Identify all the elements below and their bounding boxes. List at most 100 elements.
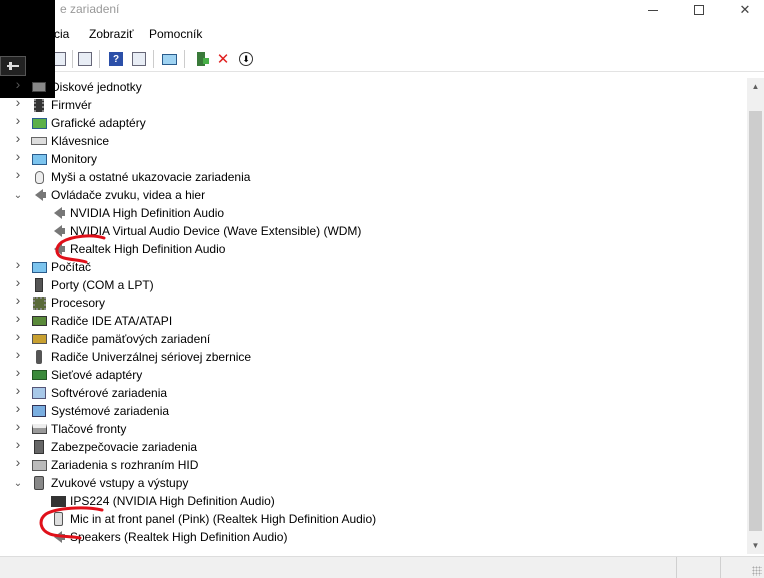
scan-hardware-button[interactable] [160,50,178,68]
chevron-right-icon[interactable]: › [13,436,23,452]
maximize-button[interactable] [676,0,722,20]
tree-item-label: Zvukové vstupy a výstupy [51,476,189,490]
window-title: e zariadení [60,2,120,16]
tree-child-item[interactable]: Mic in at front panel (Pink) (Realtek Hi… [0,510,747,528]
mouse-icon-shape [34,170,44,184]
tree-item-label: Radiče pamäťových zariadení [51,332,211,346]
tree-item-label: Tlačové fronty [51,422,127,436]
chevron-right-icon[interactable]: › [13,256,23,272]
scroll-down-arrow-icon[interactable]: ▼ [747,537,764,554]
tree-category-item[interactable]: › Softvérové zariadenia [0,382,747,402]
close-icon: ✕ [739,2,751,17]
properties-button[interactable] [76,50,94,68]
tree-category-item[interactable]: › Radiče IDE ATA/ATAPI [0,310,747,330]
tree-item-label: Systémové zariadenia [51,404,170,418]
chevron-right-icon[interactable]: › [13,130,23,146]
toolbar-separator [184,50,185,68]
tree-child-item[interactable]: IPS224 (NVIDIA High Definition Audio) [0,492,747,510]
overlay-tool-button[interactable] [0,56,26,76]
speaker-icon [50,205,66,221]
port-icon [31,277,47,293]
help-button[interactable]: ? [107,50,125,68]
tree-category-item[interactable]: › Myši a ostatné ukazovacie zariadenia [0,166,747,186]
tree-category-item[interactable]: › Firmvér [0,94,747,114]
tree-child-item[interactable]: Speakers (Realtek High Definition Audio) [0,528,747,546]
chevron-right-icon[interactable]: › [13,78,23,92]
tree-category-item[interactable]: › Diskové jednotky [0,78,747,96]
chevron-right-icon[interactable]: › [13,292,23,308]
scan-hardware-icon [161,53,177,65]
chevron-right-icon[interactable]: › [13,328,23,344]
uninstall-icon: ✕ [216,50,230,68]
tree-category-item[interactable]: › Sieťové adaptéry [0,364,747,384]
chevron-right-icon[interactable]: › [13,166,23,182]
mic-icon-shape [53,512,63,526]
tree-child-item[interactable]: Realtek High Definition Audio [0,240,747,258]
close-button[interactable]: ✕ [722,0,764,20]
hid-icon-shape [31,459,47,471]
chevron-right-icon[interactable]: › [13,418,23,434]
chevron-down-icon[interactable]: ⌄ [13,478,23,489]
chevron-right-icon[interactable]: › [13,148,23,164]
details-icon [132,52,146,66]
tree-category-item[interactable]: › Radiče pamäťových zariadení [0,328,747,348]
tree-category-item[interactable]: › Počítač [0,256,747,276]
minimize-button[interactable] [630,0,676,20]
details-button[interactable] [130,50,148,68]
tree-category-item[interactable]: › Grafické adaptéry [0,112,747,132]
update-driver-icon [197,52,209,66]
tree-category-item[interactable]: › Zariadenia s rozhraním HID [0,454,747,474]
mouse-icon [31,169,47,185]
computer-icon-shape [31,261,47,273]
uninstall-button[interactable]: ✕ [214,50,232,68]
security-icon [31,439,47,455]
speaker-icon [50,529,66,545]
tree-category-item[interactable]: ⌄ Ovládače zvuku, videa a hier [0,186,747,204]
disk-icon [31,79,47,95]
menu-bar: kcia Zobraziť Pomocník [0,24,764,44]
tree-item-label: Myši a ostatné ukazovacie zariadenia [51,170,251,184]
chevron-right-icon[interactable]: › [13,94,23,110]
ide-icon-shape [31,316,47,326]
resize-grip-icon[interactable] [752,566,762,576]
disable-device-button[interactable]: ⬇ [237,50,255,68]
tree-child-item[interactable]: NVIDIA High Definition Audio [0,204,747,222]
system-device-icon-shape [32,405,46,417]
chevron-down-icon[interactable]: ⌄ [13,190,23,201]
chevron-right-icon[interactable]: › [13,310,23,326]
update-driver-button[interactable] [192,50,210,68]
scroll-thumb[interactable] [749,111,762,531]
tree-category-item[interactable]: › Porty (COM a LPT) [0,274,747,294]
help-icon: ? [109,52,123,66]
speaker-icon [31,187,47,203]
keyboard-icon-shape [31,137,47,145]
tree-category-item[interactable]: › Zabezpečovacie zariadenia [0,436,747,456]
chevron-right-icon[interactable]: › [13,346,23,362]
chevron-right-icon[interactable]: › [13,274,23,290]
audio-io-icon [31,475,47,491]
device-tree[interactable]: › Diskové jednotky › Firmvér › Grafické adapt… [0,78,747,554]
status-separator [720,557,721,578]
menu-help[interactable]: Pomocník [149,27,202,41]
chevron-right-icon[interactable]: › [13,400,23,416]
tree-category-item[interactable]: › Tlačové fronty [0,418,747,438]
scroll-up-arrow-icon[interactable]: ▲ [747,78,764,95]
vertical-scrollbar[interactable]: ▲ ▼ [747,78,764,554]
tree-item-label: Porty (COM a LPT) [51,278,154,292]
monitor-icon [31,151,47,167]
tree-category-item[interactable]: › Klávesnice [0,130,747,150]
tree-category-item[interactable]: ⌄ Zvukové vstupy a výstupy [0,474,747,492]
tree-category-item[interactable]: › Monitory [0,148,747,168]
menu-view[interactable]: Zobraziť [89,27,134,41]
speaker-icon [50,241,66,257]
chevron-right-icon[interactable]: › [13,454,23,470]
tree-category-item[interactable]: › Systémové zariadenia [0,400,747,420]
tree-child-item[interactable]: NVIDIA Virtual Audio Device (Wave Extens… [0,222,747,240]
tree-category-item[interactable]: › Procesory [0,292,747,312]
chevron-right-icon[interactable]: › [13,112,23,128]
system-device-icon [31,403,47,419]
audio-io-icon-shape [34,476,44,490]
chevron-right-icon[interactable]: › [13,364,23,380]
tree-category-item[interactable]: › Radiče Univerzálnej sériovej zbernice [0,346,747,366]
chevron-right-icon[interactable]: › [13,382,23,398]
